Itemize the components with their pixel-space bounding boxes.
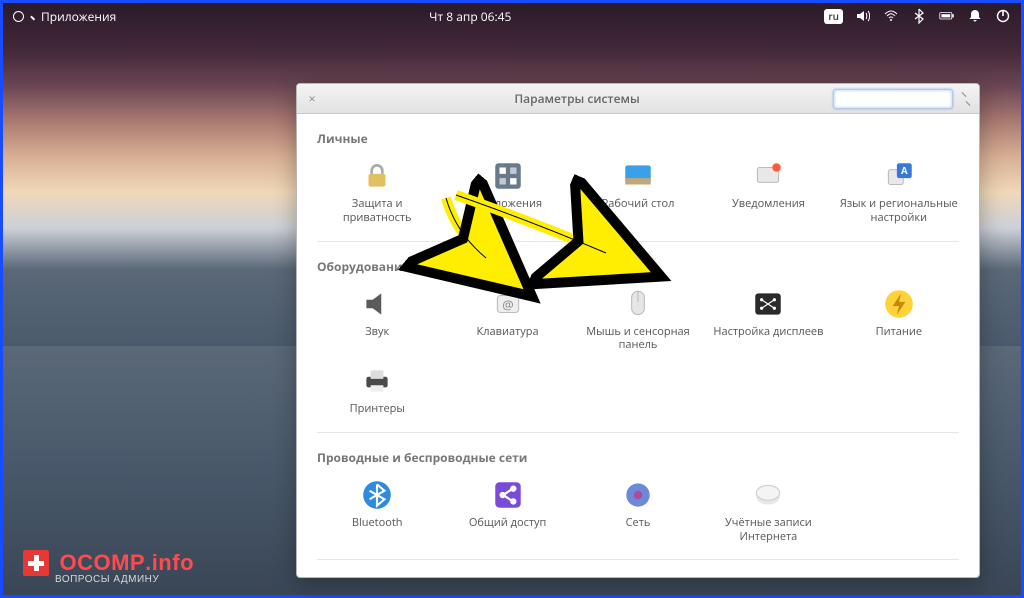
sound-icon — [360, 287, 394, 321]
item-label: Принтеры — [350, 402, 405, 416]
item-label: Приложения — [473, 197, 542, 211]
item-label: Звук — [365, 325, 389, 339]
item-label: Мышь и сенсорная панель — [578, 325, 698, 353]
lock-icon — [360, 159, 394, 193]
sharing-icon — [491, 478, 525, 512]
item-security-privacy[interactable]: Защита и приватность — [317, 155, 437, 229]
item-label: Рабочий стол — [602, 197, 675, 211]
bluetooth-settings-icon — [360, 478, 394, 512]
notifications-bell-icon[interactable] — [967, 8, 983, 24]
watermark: OCOMP.info ВОПРОСЫ АДМИНУ — [23, 550, 194, 585]
item-label: Bluetooth — [352, 516, 403, 530]
item-displays[interactable]: Настройка дисплеев — [708, 283, 828, 357]
power-energy-icon — [882, 287, 916, 321]
item-bluetooth[interactable]: Bluetooth — [317, 474, 437, 548]
item-label: Общий доступ — [469, 516, 547, 530]
search-icon[interactable] — [13, 8, 29, 24]
online-accounts-icon — [751, 478, 785, 512]
battery-icon[interactable] — [939, 8, 955, 24]
apps-icon — [491, 159, 525, 193]
section-title-admin: Администрирование — [317, 576, 959, 577]
titlebar[interactable]: × Параметры системы — [297, 84, 979, 114]
item-label: Учётные записи Интернета — [708, 516, 828, 544]
item-label: Клавиатура — [477, 325, 539, 339]
bluetooth-icon[interactable] — [911, 8, 927, 24]
network-icon — [621, 478, 655, 512]
window-title: Параметры системы — [327, 90, 827, 107]
power-icon[interactable] — [995, 8, 1011, 24]
settings-content: Личные Защита и приватность Приложения Р… — [297, 114, 979, 577]
item-desktop[interactable]: Рабочий стол — [578, 155, 698, 229]
settings-search[interactable] — [833, 89, 953, 109]
item-label: Настройка дисплеев — [713, 325, 823, 339]
close-button[interactable]: × — [303, 90, 321, 107]
item-applications[interactable]: Приложения — [447, 155, 567, 229]
keyboard-icon: @ — [491, 287, 525, 321]
maximize-button[interactable] — [959, 92, 973, 106]
section-title-personal: Личные — [317, 130, 959, 147]
item-sound[interactable]: Звук — [317, 283, 437, 357]
keyboard-layout-indicator[interactable]: ru — [824, 9, 843, 24]
item-label: Защита и приватность — [317, 197, 437, 225]
svg-text:@: @ — [502, 295, 513, 313]
item-label: Сеть — [626, 516, 651, 530]
item-power[interactable]: Питание — [839, 283, 959, 357]
item-network[interactable]: Сеть — [578, 474, 698, 548]
item-keyboard[interactable]: @ Клавиатура — [447, 283, 567, 357]
item-printers[interactable]: Принтеры — [317, 360, 437, 420]
item-label: Язык и региональные настройки — [839, 197, 959, 225]
notifications-icon — [751, 159, 785, 193]
wifi-icon[interactable] — [883, 8, 899, 24]
item-mouse-touchpad[interactable]: Мышь и сенсорная панель — [578, 283, 698, 357]
panel-datetime[interactable]: Чт 8 апр 06:45 — [429, 8, 511, 25]
section-title-hardware: Оборудование — [317, 258, 959, 275]
applications-menu[interactable]: Приложения — [41, 8, 116, 25]
volume-icon[interactable] — [855, 8, 871, 24]
system-settings-window: × Параметры системы Личные Защита и прив… — [296, 83, 980, 578]
section-title-network: Проводные и беспроводные сети — [317, 449, 959, 466]
watermark-logo-icon — [23, 550, 49, 576]
printer-icon — [360, 364, 394, 398]
mouse-icon — [621, 287, 655, 321]
desktop-icon — [621, 159, 655, 193]
displays-icon — [751, 287, 785, 321]
item-sharing[interactable]: Общий доступ — [447, 474, 567, 548]
item-online-accounts[interactable]: Учётные записи Интернета — [708, 474, 828, 548]
item-label: Питание — [876, 325, 922, 339]
item-notifications[interactable]: Уведомления — [708, 155, 828, 229]
item-language-region[interactable]: A Язык и региональные настройки — [839, 155, 959, 229]
top-panel: Приложения Чт 8 апр 06:45 ru — [3, 3, 1021, 29]
locale-icon: A — [882, 159, 916, 193]
svg-text:A: A — [901, 164, 908, 177]
item-label: Уведомления — [732, 197, 805, 211]
